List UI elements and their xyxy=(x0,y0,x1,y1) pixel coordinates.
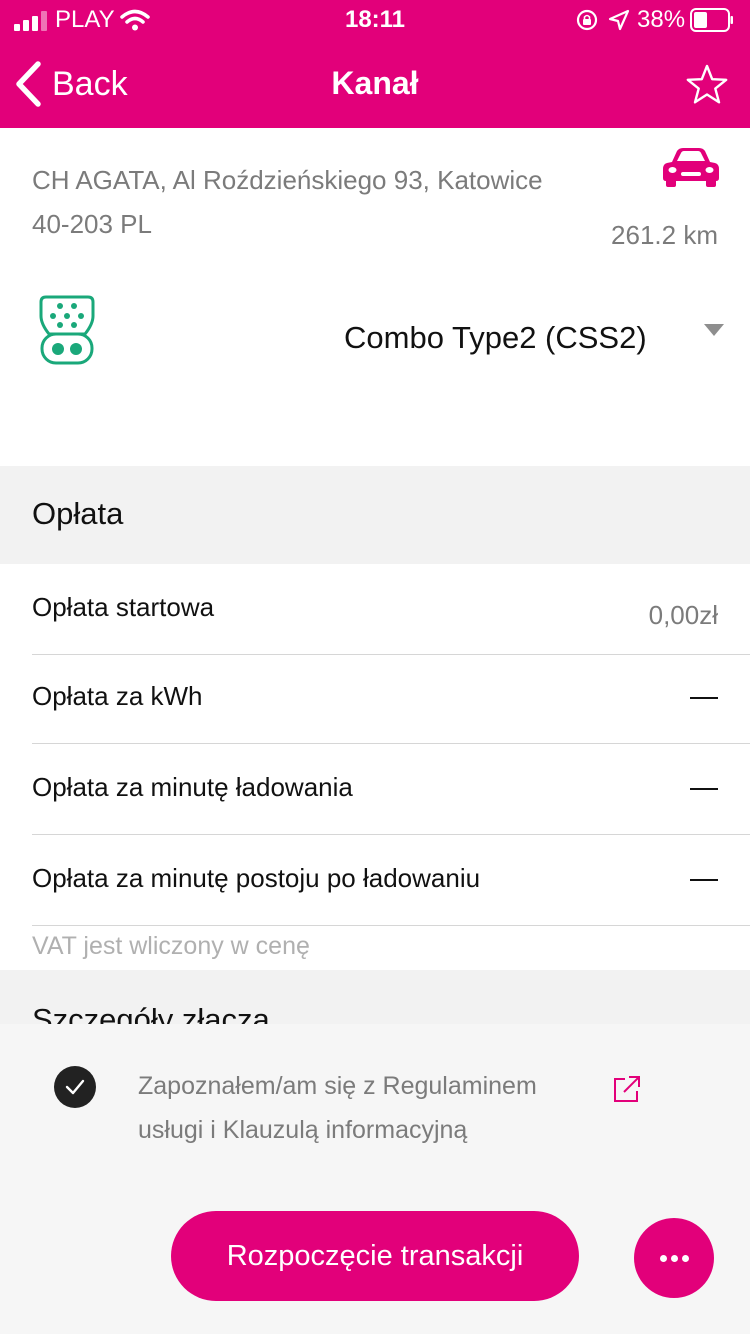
fees-section-title: Opłata xyxy=(32,496,124,531)
station-address: CH AGATA, Al Roździeńskiego 93, Katowice… xyxy=(32,158,572,246)
fee-row-idle-minute: Opłata za minutę postoju po ładowaniu xyxy=(32,835,750,926)
connector-details-section-header: Szczegóły złącza xyxy=(0,970,750,1030)
vat-note: VAT jest wliczony w cenę xyxy=(32,932,310,960)
combo-ccs-connector-icon xyxy=(39,295,95,365)
chevron-left-icon xyxy=(16,61,41,107)
connector-type-value: Combo Type2 (CSS2) xyxy=(344,320,647,355)
app-header: PLAY 18:11 38% Back Kanał xyxy=(0,0,750,128)
more-dot-icon xyxy=(682,1255,689,1262)
address-line-2: 40-203 PL xyxy=(32,209,152,239)
more-dot-icon xyxy=(671,1255,678,1262)
navigation-bar: Back Kanał xyxy=(0,40,750,128)
fee-label: Opłata za minutę postoju po ładowaniu xyxy=(32,863,481,893)
fee-value-empty-dash xyxy=(690,788,718,790)
fee-row-charging-minute: Opłata za minutę ładowania xyxy=(32,744,750,835)
station-distance: 261.2 km xyxy=(611,220,718,250)
back-button[interactable]: Back xyxy=(14,56,128,112)
dropdown-arrow-icon xyxy=(704,324,724,336)
terms-line-1: Zapoznałem/am się z Regulaminem xyxy=(138,1072,537,1100)
favorite-star-icon[interactable] xyxy=(686,64,728,106)
fee-label: Opłata startowa xyxy=(32,592,215,622)
fee-row-start: Opłata startowa 0,00zł xyxy=(32,564,750,655)
start-transaction-button[interactable]: Rozpoczęcie transakcji xyxy=(171,1211,579,1301)
car-icon xyxy=(663,148,719,187)
terms-line-2: usługi i Klauzulą informacyjną xyxy=(138,1116,468,1144)
more-options-button[interactable] xyxy=(634,1218,714,1298)
bottom-action-panel: Zapoznałem/am się z Regulaminem usługi i… xyxy=(0,1024,750,1334)
fees-section-header: Opłata xyxy=(0,466,750,564)
terms-checkbox[interactable] xyxy=(54,1066,96,1108)
connector-type-dropdown[interactable]: Combo Type2 (CSS2) xyxy=(300,308,740,374)
battery-icon xyxy=(690,8,733,32)
location-arrow-icon xyxy=(608,9,630,31)
address-line-1: CH AGATA, Al Roździeńskiego 93, Katowice xyxy=(32,165,543,195)
fee-value-empty-dash xyxy=(690,879,718,881)
status-bar: PLAY 18:11 38% xyxy=(0,0,750,40)
checkmark-icon xyxy=(65,1079,85,1095)
more-dot-icon xyxy=(660,1255,667,1262)
fee-row-kwh: Opłata za kWh xyxy=(32,653,750,744)
fee-label: Opłata za minutę ładowania xyxy=(32,772,353,802)
fee-value-empty-dash xyxy=(690,697,718,699)
battery-percentage: 38% xyxy=(637,6,686,33)
external-link-icon[interactable] xyxy=(612,1074,642,1104)
back-label: Back xyxy=(52,64,128,103)
orientation-lock-icon xyxy=(576,9,598,31)
fee-value: 0,00zł xyxy=(648,600,718,630)
fee-label: Opłata za kWh xyxy=(32,681,203,711)
terms-acceptance-text: Zapoznałem/am się z Regulaminem usługi i… xyxy=(138,1064,578,1152)
